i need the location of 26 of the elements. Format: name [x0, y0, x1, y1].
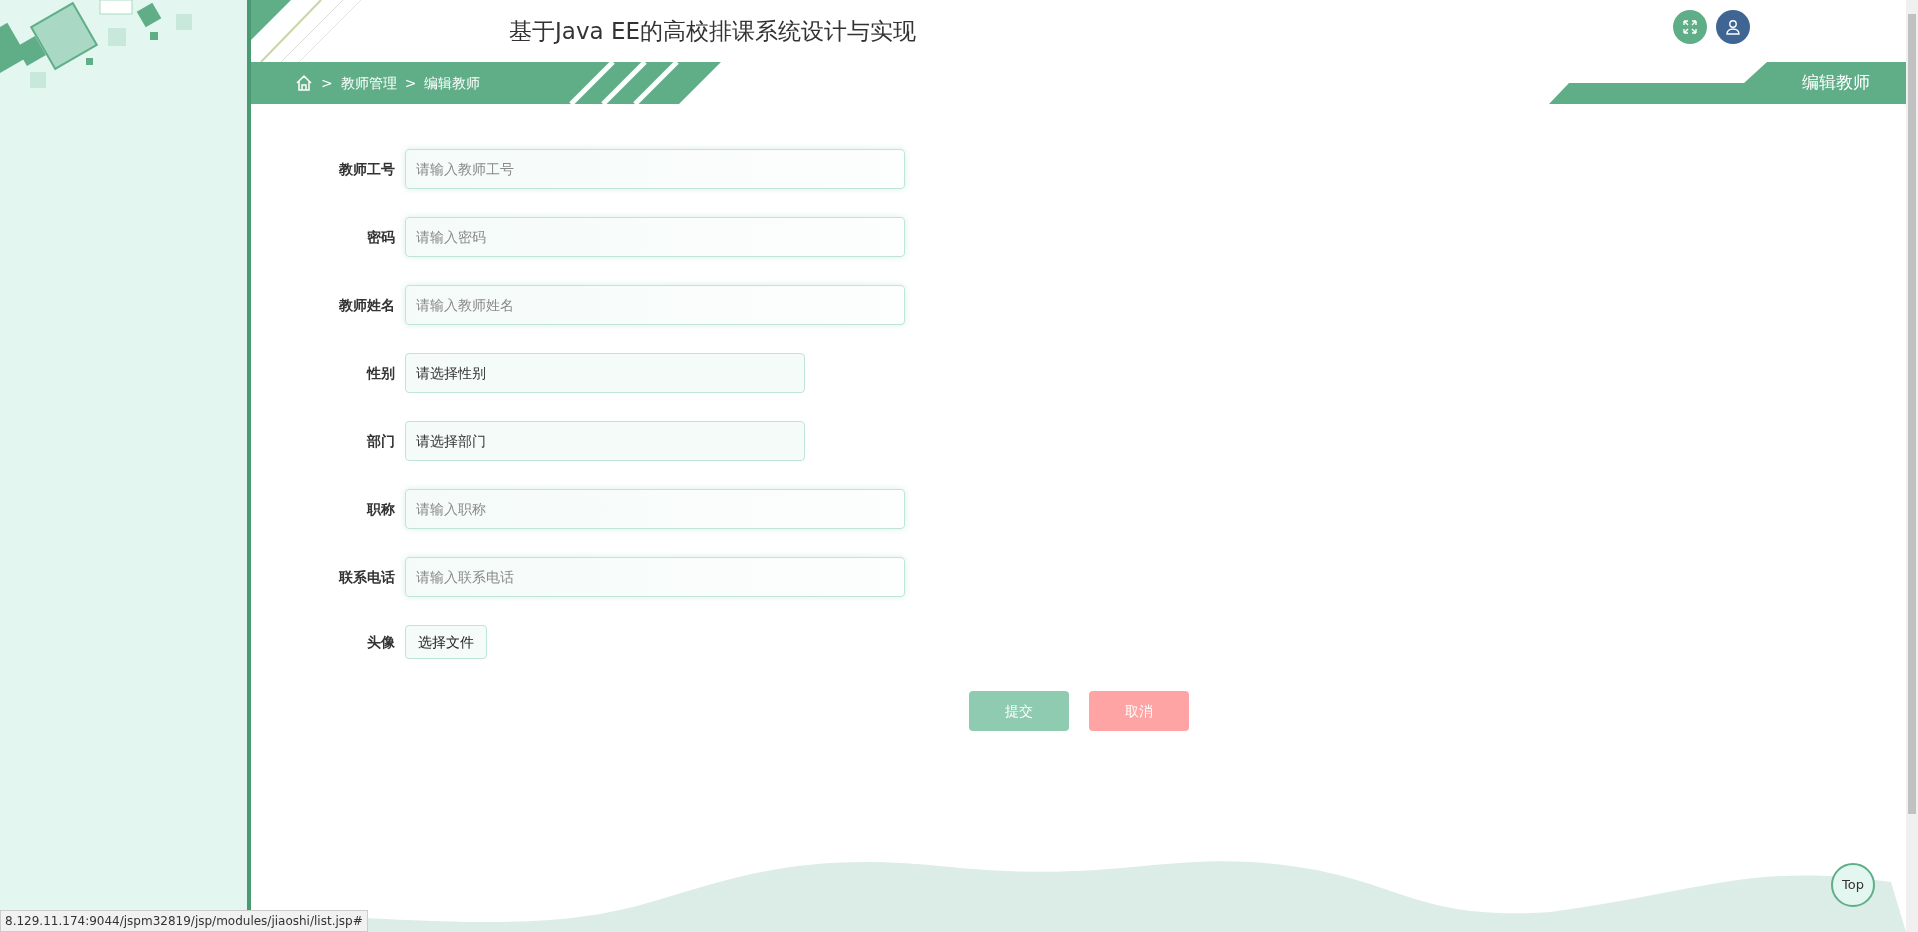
home-icon[interactable]	[295, 74, 313, 92]
status-url: 8.129.11.174:9044/jspm32819/jsp/modules/jiaoshi/list.jsp#	[0, 910, 368, 932]
input-field[interactable]: 请输入职称	[405, 489, 905, 529]
breadcrumb-separator: >	[404, 73, 417, 93]
back-to-top-button[interactable]: Top	[1831, 863, 1875, 907]
field-label: 性别	[365, 363, 396, 383]
input-field[interactable]: 请输入教师姓名	[405, 285, 905, 325]
fullscreen-icon[interactable]	[1673, 10, 1707, 44]
select-field[interactable]: 请选择部门	[405, 421, 805, 461]
field-label: 部门	[366, 431, 396, 451]
page-title: 基于Java EE的高校排课系统设计与实现	[509, 16, 916, 46]
field-label: 职称	[365, 499, 396, 519]
scrollbar-thumb[interactable]	[1908, 14, 1916, 814]
field-label: 头像	[366, 632, 396, 652]
page-tag: 编辑教师	[1549, 62, 1906, 104]
input-field[interactable]: 请输入密码	[405, 217, 905, 257]
field-label: 教师姓名	[338, 295, 396, 315]
field-label: 联系电话	[337, 567, 396, 587]
field-label: 密码	[366, 227, 396, 247]
breadcrumb-separator: >	[321, 73, 333, 93]
field-label: 教师工号	[338, 159, 396, 179]
input-field[interactable]: 请输入联系电话	[405, 557, 905, 597]
user-icon[interactable]	[1716, 10, 1750, 44]
input-field[interactable]: 请输入教师工号	[405, 149, 905, 189]
select-field[interactable]: 请选择性别	[405, 353, 805, 393]
file-choose-button[interactable]: 选择文件	[405, 625, 487, 659]
